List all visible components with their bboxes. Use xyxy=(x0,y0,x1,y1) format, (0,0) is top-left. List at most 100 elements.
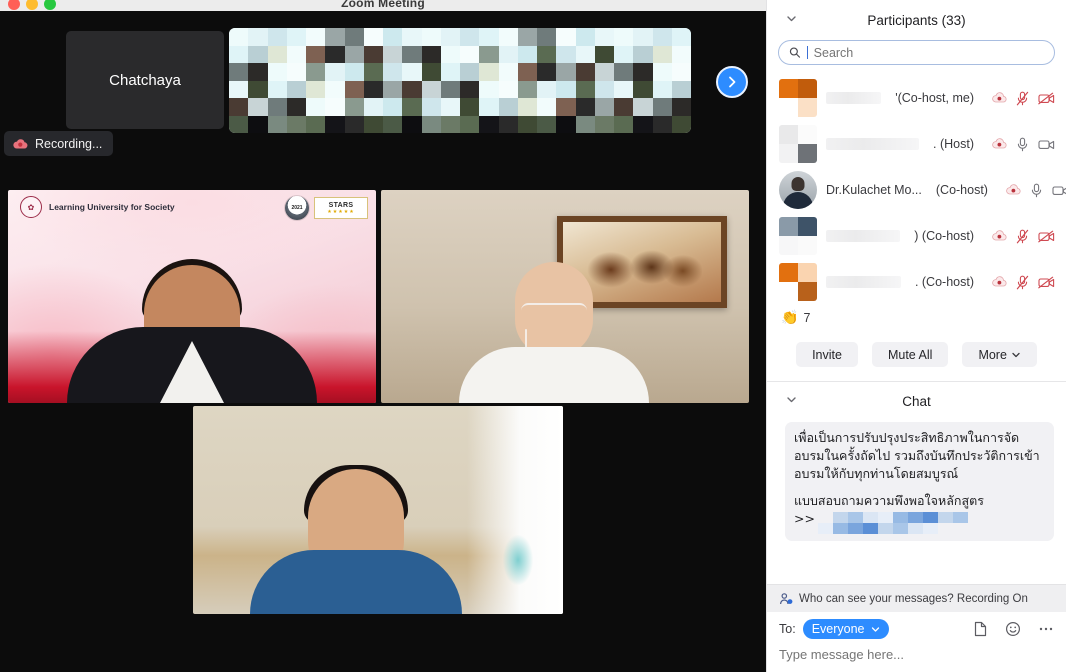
stars-rating-badge: STARS ★★★★★ xyxy=(314,197,368,219)
recipient-dropdown[interactable]: Everyone xyxy=(802,619,889,639)
video-grid: ✿ Learning University for Society 2021 S… xyxy=(8,190,749,403)
presenter-3-torso xyxy=(249,550,462,614)
chat-recipient-row: To: Everyone xyxy=(767,612,1066,643)
participant-role: '(Co-host, me) xyxy=(895,91,974,105)
chevron-down-icon xyxy=(871,626,879,632)
chevron-right-icon xyxy=(729,76,736,88)
participant-role: ) (Co-host) xyxy=(914,229,974,243)
clapping-hands-icon: 👏 xyxy=(781,309,799,325)
collapse-participants-icon[interactable] xyxy=(785,12,798,28)
participant-row[interactable]: ) (Co-host) xyxy=(767,213,1066,259)
participant-role: (Co-host) xyxy=(935,183,988,197)
participant-role: . (Host) xyxy=(933,137,974,151)
search-icon xyxy=(789,47,801,58)
participant-row[interactable]: Dr.Kulachet Mo... (Co-host) xyxy=(767,167,1066,213)
file-icon[interactable] xyxy=(973,621,988,637)
participant-avatar xyxy=(779,263,817,301)
more-button[interactable]: More xyxy=(962,342,1037,367)
university-brand-text: Learning University for Society xyxy=(49,202,175,212)
video-tile-presenter-3[interactable] xyxy=(193,406,563,614)
participant-status-icons xyxy=(1006,183,1066,198)
invite-button[interactable]: Invite xyxy=(796,342,858,367)
next-page-button[interactable] xyxy=(716,66,748,98)
university-seal-icon: ✿ xyxy=(20,196,42,218)
presenter-2-glasses xyxy=(520,302,587,318)
participant-name-blurred xyxy=(826,138,920,150)
meeting-stage: Zoom Meeting Chatchaya Recording... ✿ Le… xyxy=(0,0,766,672)
video-tile-label: Chatchaya xyxy=(109,71,181,89)
participant-row[interactable]: '(Co-host, me) xyxy=(767,75,1066,121)
year-badge-icon: 2021 xyxy=(285,196,309,220)
university-branding: ✿ Learning University for Society xyxy=(20,196,175,218)
recording-dot-icon xyxy=(1006,184,1021,195)
privacy-notice-text: Who can see your messages? Recording On xyxy=(799,593,1028,605)
participants-actions: Invite Mute All More xyxy=(767,336,1066,382)
recording-dot-icon xyxy=(992,276,1007,287)
recording-dot-icon xyxy=(992,92,1007,103)
mic-muted-icon[interactable] xyxy=(1016,91,1029,106)
participants-search-wrap xyxy=(767,40,1066,75)
window-titlebar: Zoom Meeting xyxy=(0,0,766,11)
chat-message-link-row[interactable]: >> xyxy=(794,510,1045,534)
to-label: To: xyxy=(779,622,796,636)
video-off-icon[interactable] xyxy=(1038,230,1055,243)
recording-dot-icon xyxy=(992,230,1007,241)
recording-dot-icon xyxy=(992,138,1007,149)
video-on-icon[interactable] xyxy=(1038,138,1055,151)
cloud-record-icon xyxy=(13,138,28,149)
participant-row[interactable]: . (Co-host) xyxy=(767,259,1066,305)
participant-name-blurred xyxy=(826,92,882,104)
more-label: More xyxy=(978,347,1007,362)
chat-link-blurred[interactable] xyxy=(817,512,968,534)
participant-row[interactable]: . (Host) xyxy=(767,121,1066,167)
presenter-2-torso xyxy=(458,347,649,403)
mic-muted-icon[interactable] xyxy=(1016,229,1029,244)
invite-label: Invite xyxy=(812,347,842,362)
participants-list: '(Co-host, me) . (Host) Dr.Kulachet Mo... (… xyxy=(767,75,1066,305)
participant-avatar xyxy=(779,171,817,209)
emoji-smiley-icon[interactable] xyxy=(1005,621,1021,637)
participant-avatar xyxy=(779,125,817,163)
chat-message-paragraph-2: แบบสอบถามความพึงพอใจหลักสูตร xyxy=(794,493,984,509)
video-on-icon[interactable] xyxy=(1052,184,1066,197)
video-tile-presenter-2[interactable] xyxy=(381,190,749,403)
mic-on-icon[interactable] xyxy=(1016,137,1029,152)
search-input[interactable] xyxy=(813,45,1045,60)
video-off-icon[interactable] xyxy=(1038,92,1055,105)
participant-name-blurred xyxy=(826,230,901,242)
window-title: Zoom Meeting xyxy=(341,0,425,10)
accreditation-badges: 2021 STARS ★★★★★ xyxy=(285,196,368,220)
collapse-chat-icon[interactable] xyxy=(785,393,798,409)
chat-messages: เพื่อเป็นการปรับปรุงประสิทธิภาพในการจัดอ… xyxy=(767,420,1066,584)
recipient-value: Everyone xyxy=(811,622,865,636)
participant-name: Dr.Kulachet Mo... xyxy=(826,183,922,197)
participant-status-icons xyxy=(992,229,1055,244)
chat-header: Chat xyxy=(767,382,1066,420)
participant-status-icons xyxy=(992,137,1055,152)
mic-on-icon[interactable] xyxy=(1030,183,1043,198)
search-box[interactable] xyxy=(778,40,1055,65)
reaction-summary[interactable]: 👏 7 xyxy=(767,305,1066,336)
recording-label: Recording... xyxy=(35,136,103,151)
mic-muted-icon[interactable] xyxy=(1016,275,1029,290)
video-tile-chatchaya[interactable]: Chatchaya xyxy=(66,31,224,129)
mute-all-label: Mute All xyxy=(887,347,933,362)
search-caret xyxy=(806,46,808,59)
mute-all-button[interactable]: Mute All xyxy=(871,342,949,367)
video-tile-presenter-1[interactable]: ✿ Learning University for Society 2021 S… xyxy=(8,190,376,403)
chat-privacy-notice[interactable]: Who can see your messages? Recording On xyxy=(767,584,1066,612)
participant-status-icons xyxy=(992,275,1055,290)
chat-link-prefix: >> xyxy=(794,511,815,526)
participant-status-icons xyxy=(992,91,1055,106)
filmstrip-blurred-thumbnails[interactable] xyxy=(229,28,691,133)
chat-message-bubble[interactable]: เพื่อเป็นการปรับปรุงประสิทธิภาพในการจัดอ… xyxy=(785,422,1054,541)
chat-message-input[interactable] xyxy=(779,647,1054,662)
participant-role: . (Co-host) xyxy=(914,275,974,289)
video-off-icon[interactable] xyxy=(1038,276,1055,289)
chat-input-wrap[interactable] xyxy=(767,643,1066,672)
zoom-meeting-window: Zoom Meeting Chatchaya Recording... ✿ Le… xyxy=(0,0,1066,672)
chat-title: Chat xyxy=(902,393,931,409)
recording-indicator[interactable]: Recording... xyxy=(4,131,114,156)
more-dots-icon[interactable] xyxy=(1038,626,1054,632)
stars-badge-label: STARS xyxy=(328,201,354,209)
